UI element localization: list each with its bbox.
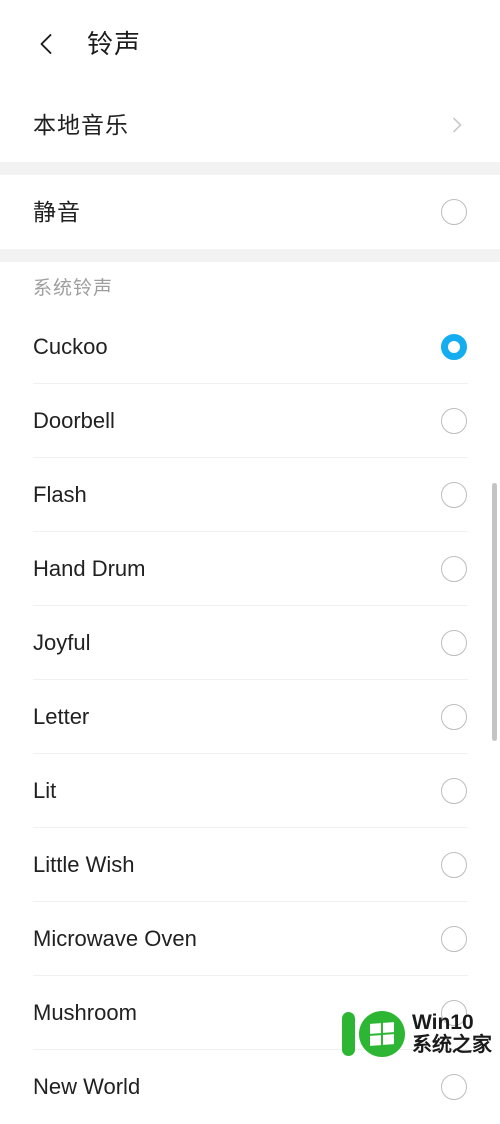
ringtone-row[interactable]: Letter [0, 680, 500, 754]
ringtone-radio[interactable] [441, 704, 467, 730]
ringtone-label: Little Wish [33, 852, 135, 877]
vertical-scrollbar[interactable] [492, 483, 497, 741]
ringtone-list: Cuckoo Doorbell Flash Hand Drum Joyful Letter… [0, 310, 500, 1124]
ringtone-label: New World [33, 1074, 141, 1099]
ringtone-radio[interactable] [441, 1074, 467, 1100]
ringtone-radio-selected[interactable] [441, 334, 467, 360]
system-ringtones-caption: 系统铃声 [0, 262, 500, 310]
ringtone-row[interactable]: Doorbell [0, 384, 500, 458]
ringtone-label: Mushroom [33, 1000, 137, 1025]
ringtone-radio[interactable] [441, 926, 467, 952]
ringtone-row[interactable]: Joyful [0, 606, 500, 680]
silent-label: 静音 [33, 198, 81, 225]
ringtone-radio[interactable] [441, 1000, 467, 1026]
arrow-left-icon[interactable] [33, 29, 63, 59]
ringtone-label: Microwave Oven [33, 926, 197, 951]
ringtone-row[interactable]: Hand Drum [0, 532, 500, 606]
local-music-row[interactable]: 本地音乐 [0, 88, 500, 162]
ringtone-radio[interactable] [441, 852, 467, 878]
silent-radio[interactable] [441, 199, 467, 225]
ringtone-row[interactable]: Lit [0, 754, 500, 828]
ringtone-row[interactable]: Flash [0, 458, 500, 532]
ringtone-row[interactable]: Cuckoo [0, 310, 500, 384]
ringtone-label: Flash [33, 482, 87, 507]
ringtone-radio[interactable] [441, 556, 467, 582]
ringtone-row[interactable]: New World [0, 1050, 500, 1124]
ringtone-label: Doorbell [33, 408, 115, 433]
section-divider-band-1 [0, 162, 500, 175]
page-title: 铃声 [87, 29, 142, 59]
ringtone-label: Letter [33, 704, 90, 729]
app-bar: 铃声 [0, 0, 500, 88]
ringtone-radio[interactable] [441, 482, 467, 508]
chevron-right-icon [453, 117, 462, 133]
ringtone-label: Hand Drum [33, 556, 146, 581]
section-divider-band-2 [0, 249, 500, 262]
silent-row[interactable]: 静音 [0, 175, 500, 249]
ringtone-radio[interactable] [441, 630, 467, 656]
ringtone-radio[interactable] [441, 408, 467, 434]
ringtone-row[interactable]: Little Wish [0, 828, 500, 902]
ringtone-label: Lit [33, 778, 57, 803]
ringtone-label: Joyful [33, 630, 91, 655]
ringtone-row[interactable]: Microwave Oven [0, 902, 500, 976]
ringtone-row[interactable]: Mushroom [0, 976, 500, 1050]
local-music-label: 本地音乐 [33, 111, 129, 138]
ringtone-radio[interactable] [441, 778, 467, 804]
ringtone-label: Cuckoo [33, 334, 108, 359]
